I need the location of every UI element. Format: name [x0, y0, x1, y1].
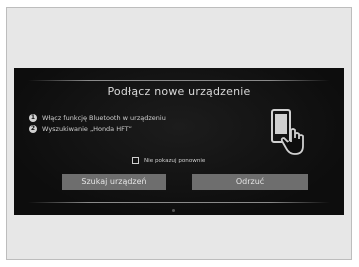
search-devices-button[interactable]: Szukaj urządzeń — [62, 174, 166, 190]
step-2-number-icon: 2 — [29, 125, 37, 133]
dialog-title: Podłącz nowe urządzenie — [107, 85, 251, 98]
phone-touch-icon — [271, 109, 304, 155]
step-2-text: Wyszukiwanie „Honda HFT” — [42, 125, 132, 133]
reject-button[interactable]: Odrzuć — [192, 174, 308, 190]
top-divider — [28, 80, 330, 81]
dont-show-again-toggle[interactable]: Nie pokazuj ponownie — [132, 157, 205, 164]
step-1-text: Włącz funkcję Bluetooth w urządzeniu — [42, 114, 166, 122]
step-1-number-icon: 1 — [29, 114, 37, 122]
dont-show-again-label: Nie pokazuj ponownie — [144, 157, 206, 164]
dont-show-again-checkbox[interactable] — [132, 157, 139, 164]
step-2: 2 Wyszukiwanie „Honda HFT” — [29, 125, 132, 133]
page-indicator-dot — [172, 209, 175, 212]
pairing-dialog: Podłącz nowe urządzenie 1 Włącz funkcję … — [14, 68, 344, 215]
step-1: 1 Włącz funkcję Bluetooth w urządzeniu — [29, 114, 166, 122]
bottom-divider — [28, 202, 330, 203]
